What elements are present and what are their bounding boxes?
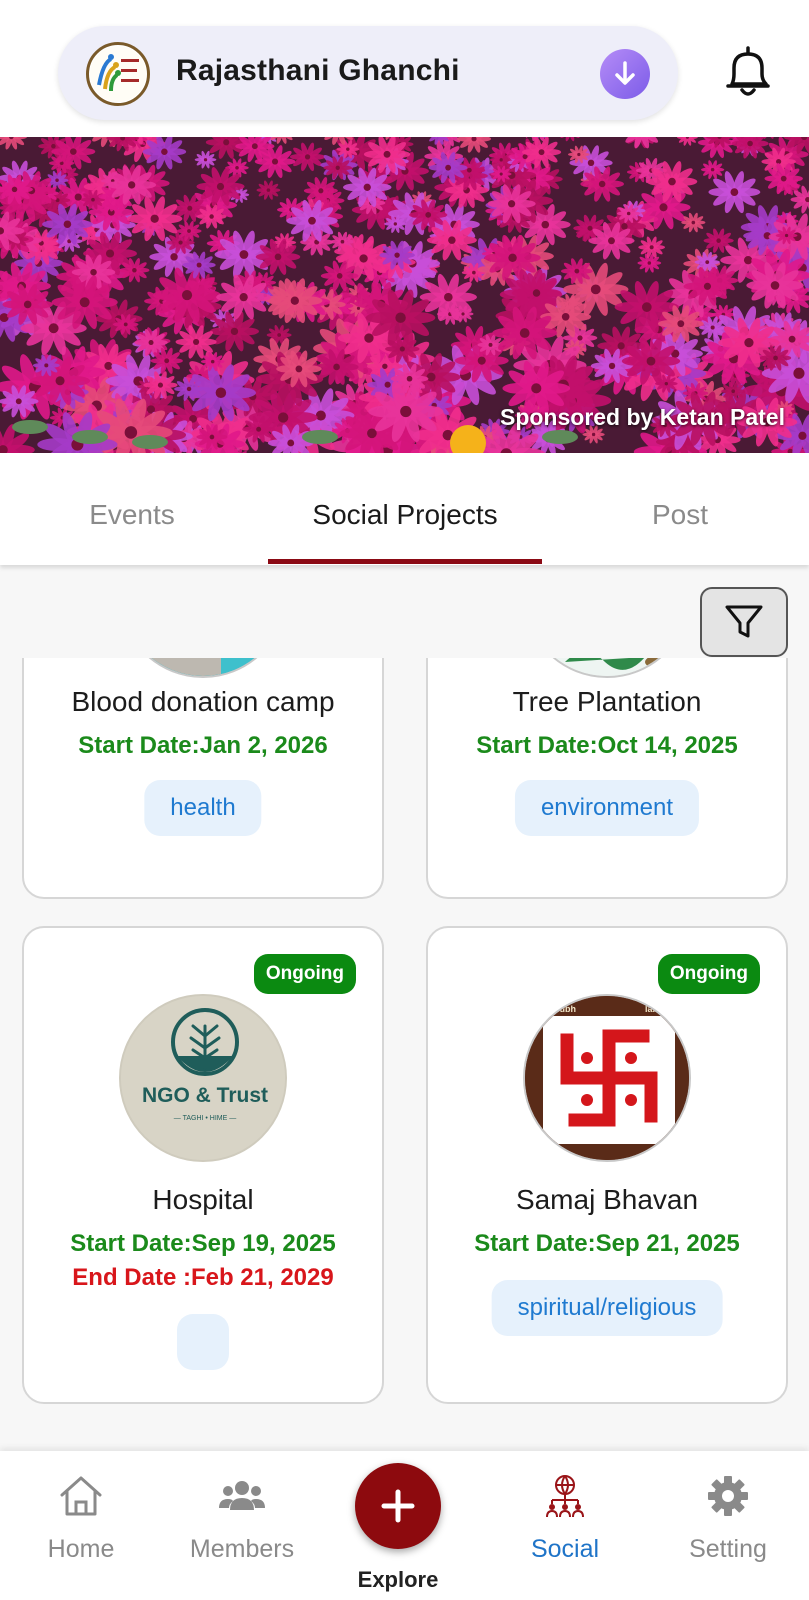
project-category-tag: health — [144, 780, 262, 836]
nav-home[interactable]: Home — [16, 1471, 146, 1564]
nav-setting-label: Setting — [689, 1535, 767, 1563]
bell-icon — [726, 46, 770, 96]
status-badge: Ongoing — [657, 954, 760, 994]
sponsor-caption: Sponsored by Ketan Patel — [499, 404, 785, 430]
project-image — [119, 658, 287, 678]
social-projects-screen: Rajasthani Ghanchi Sponsored by Ketan Pa… — [0, 0, 809, 1600]
project-start-date: Start Date:Oct 14, 2025 — [476, 732, 738, 759]
nav-setting[interactable]: Setting — [663, 1471, 793, 1564]
project-card[interactable]: Ongoing NGO & Trust — TAGHI • HIME — Hos… — [22, 926, 384, 1404]
project-image — [523, 658, 691, 678]
nav-home-label: Home — [47, 1535, 115, 1563]
project-end-date: End Date :Feb 21, 2029 — [72, 1264, 334, 1291]
project-image: NGO & Trust — TAGHI • HIME — — [119, 994, 287, 1162]
bottom-navigation: Home Members Explore Social Setting — [0, 1451, 809, 1600]
image-text-shubh: shubh — [549, 1004, 576, 1014]
nav-members[interactable]: Members — [177, 1471, 307, 1564]
project-card[interactable]: Ongoing shubh labh Samaj Bhavan Start Da… — [426, 926, 788, 1404]
plus-icon — [381, 1489, 415, 1523]
project-title: Hospital — [152, 1184, 254, 1215]
leaf-shape — [12, 420, 48, 434]
status-badge: Ongoing — [253, 954, 356, 994]
top-bar: Rajasthani Ghanchi — [0, 0, 809, 137]
explore-button[interactable] — [355, 1463, 441, 1549]
active-tab-indicator — [268, 559, 542, 564]
social-network-icon — [540, 1471, 590, 1521]
projects-grid: Blood donation camp Start Date:Jan 2, 20… — [0, 658, 809, 1451]
download-button[interactable] — [600, 49, 650, 99]
project-category-tag — [177, 1314, 229, 1370]
tab-social-projects[interactable]: Social Projects — [268, 499, 542, 531]
gear-icon — [703, 1471, 753, 1521]
leaf-shape — [302, 430, 338, 444]
app-title: Rajasthani Ghanchi — [176, 54, 460, 87]
nav-social[interactable]: Social — [500, 1471, 630, 1564]
leaf-shape — [72, 430, 108, 444]
filter-button[interactable] — [700, 587, 788, 657]
notifications-button[interactable] — [722, 44, 774, 100]
nav-social-label: Social — [530, 1535, 600, 1563]
project-card[interactable]: Tree Plantation Start Date:Oct 14, 2025 … — [426, 658, 788, 899]
members-icon — [217, 1471, 267, 1521]
project-start-date: Start Date:Sep 19, 2025 — [70, 1230, 336, 1257]
project-title: Samaj Bhavan — [515, 1184, 699, 1215]
project-card[interactable]: Blood donation camp Start Date:Jan 2, 20… — [22, 658, 384, 899]
project-image: shubh labh — [523, 994, 691, 1162]
filter-funnel-icon — [725, 605, 763, 638]
explore-label: Explore — [357, 1567, 439, 1592]
nav-members-label: Members — [189, 1535, 295, 1563]
tab-post[interactable]: Post — [588, 499, 772, 531]
project-title: Blood donation camp — [71, 686, 335, 717]
leaf-shape — [542, 430, 578, 444]
tab-bar: Events Social Projects Post — [0, 453, 809, 565]
home-icon — [56, 1471, 106, 1521]
community-selector[interactable]: Rajasthani Ghanchi — [58, 26, 678, 120]
project-start-date: Start Date:Sep 21, 2025 — [474, 1230, 740, 1257]
download-arrow-icon — [615, 61, 635, 85]
project-category-tag: environment — [514, 780, 700, 836]
community-logo-icon — [86, 42, 150, 106]
image-subcaption: — TAGHI • HIME — — [174, 1115, 236, 1122]
tab-events[interactable]: Events — [40, 499, 224, 531]
project-category-tag: spiritual/religious — [491, 1280, 723, 1336]
sponsored-banner[interactable]: Sponsored by Ketan Patel — [0, 137, 809, 453]
image-text-labh: labh — [645, 1004, 664, 1014]
image-caption: NGO & Trust — [142, 1084, 268, 1107]
project-title: Tree Plantation — [512, 686, 702, 717]
project-start-date: Start Date:Jan 2, 2026 — [78, 732, 328, 759]
leaf-shape — [132, 435, 168, 449]
